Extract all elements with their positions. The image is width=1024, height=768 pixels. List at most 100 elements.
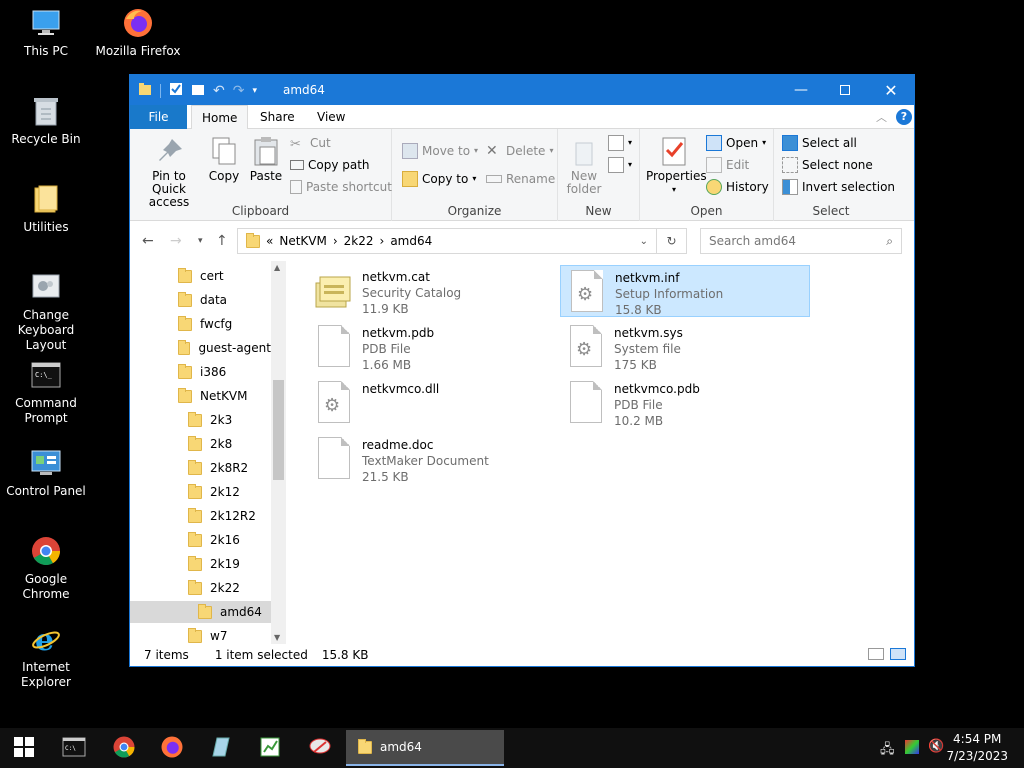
nav-item[interactable]: NetKVM [130, 385, 271, 407]
nav-item[interactable]: 2k8R2 [130, 457, 271, 479]
file-name: netkvm.pdb [362, 326, 435, 340]
file-item[interactable]: readme.doc TextMaker Document 21.5 KB [308, 433, 558, 485]
clock[interactable]: 4:54 PM 7/23/2023 [946, 731, 1008, 765]
breadcrumb-netkvm[interactable]: NetKVM [279, 234, 327, 248]
nav-item[interactable]: 2k8 [130, 433, 271, 455]
select-none-button[interactable]: Select none [782, 155, 873, 175]
command-prompt-shortcut[interactable]: C:\_ Command Prompt [0, 358, 92, 426]
breadcrumb-amd64[interactable]: amd64 [390, 234, 432, 248]
file-item[interactable]: netkvmco.pdb PDB File 10.2 MB [560, 377, 810, 429]
paste-shortcut-button[interactable]: Paste shortcut [290, 177, 392, 197]
delete-button[interactable]: ✕ Delete ▾ [486, 141, 553, 161]
copy-path-button[interactable]: Copy path [290, 155, 370, 175]
customize-qat-icon[interactable]: ▾ [252, 86, 257, 96]
file-item[interactable]: ⚙ netkvm.sys System file 175 KB [560, 321, 810, 373]
paste-shortcut-label: Paste shortcut [306, 180, 392, 194]
title-bar[interactable]: ↶ ↷ ▾ amd64 — ✕ [130, 75, 914, 105]
copy-to-button[interactable]: Copy to ▾ [402, 169, 476, 189]
redo-icon[interactable]: ↷ [233, 83, 245, 99]
file-item[interactable]: netkvm.cat Security Catalog 11.9 KB [308, 265, 558, 317]
file-item[interactable]: ⚙ netkvmco.dll [308, 377, 558, 429]
breadcrumb-overflow[interactable]: « [266, 234, 273, 248]
close-button[interactable]: ✕ [868, 75, 914, 105]
history-button[interactable]: History [706, 177, 769, 197]
collapse-ribbon-icon[interactable]: ︿ [876, 109, 887, 125]
refresh-button[interactable]: ↻ [657, 228, 687, 254]
nav-item[interactable]: cert [130, 265, 271, 287]
nav-item[interactable]: 2k19 [130, 553, 271, 575]
maximize-button[interactable] [822, 75, 868, 105]
open-button[interactable]: Open ▾ [706, 133, 766, 153]
utilities-shortcut[interactable]: Utilities [0, 182, 92, 235]
properties-qat-icon[interactable] [169, 82, 183, 99]
nav-scrollbar-thumb[interactable] [273, 380, 284, 480]
keyboard-layout-shortcut[interactable]: Change Keyboard Layout [0, 270, 92, 353]
move-to-button[interactable]: Move to ▾ [402, 141, 478, 161]
edit-button[interactable]: Edit [706, 155, 749, 175]
rename-button[interactable]: Rename [486, 169, 555, 189]
file-item[interactable]: netkvm.pdb PDB File 1.66 MB [308, 321, 558, 373]
easy-access-button[interactable]: ▾ [608, 155, 632, 175]
chrome-shortcut[interactable]: Google Chrome [0, 534, 92, 602]
recent-locations-icon[interactable]: ▾ [198, 236, 203, 246]
large-icons-view-icon[interactable] [890, 648, 906, 660]
invert-selection-button[interactable]: Invert selection [782, 177, 895, 197]
nav-item[interactable]: i386 [130, 361, 271, 383]
pin-to-quick-access-button[interactable]: Pin to Quick access [136, 135, 204, 209]
address-dropdown-icon[interactable]: ⌄ [640, 236, 648, 247]
internet-explorer-shortcut[interactable]: e Internet Explorer [0, 622, 92, 690]
taskbar-app-presentations[interactable] [296, 728, 344, 768]
tab-view[interactable]: View [307, 105, 355, 129]
control-panel-shortcut[interactable]: Control Panel [0, 446, 92, 499]
nav-item[interactable]: w7 [130, 625, 271, 644]
start-button[interactable] [0, 728, 48, 768]
nav-item[interactable]: 2k12R2 [130, 505, 271, 527]
nav-item[interactable]: 2k12 [130, 481, 271, 503]
nav-item[interactable]: fwcfg [130, 313, 271, 335]
tab-file[interactable]: File [130, 105, 187, 129]
nav-item[interactable]: 2k22 [130, 577, 271, 599]
tab-home[interactable]: Home [191, 105, 249, 130]
back-arrow-icon[interactable]: ← [142, 233, 154, 249]
breadcrumb-2k22[interactable]: 2k22 [344, 234, 374, 248]
search-box[interactable]: Search amd64 ⌕ [700, 228, 902, 254]
new-folder-qat-icon[interactable] [191, 82, 205, 99]
help-icon[interactable]: ? [896, 109, 912, 125]
scroll-down-icon[interactable]: ▼ [274, 633, 280, 642]
file-name: netkvm.cat [362, 270, 430, 284]
display-color-icon[interactable] [905, 740, 919, 754]
details-view-icon[interactable] [868, 648, 884, 660]
taskbar-app-spreadsheet[interactable] [246, 728, 294, 768]
nav-item[interactable]: 2k3 [130, 409, 271, 431]
tab-share[interactable]: Share [250, 105, 305, 129]
taskbar-chrome[interactable] [100, 728, 148, 768]
minimize-button[interactable]: — [778, 75, 824, 105]
taskbar-explorer-amd64[interactable]: amd64 [346, 730, 504, 766]
properties-button[interactable]: Properties ▾ [646, 135, 707, 196]
address-bar[interactable]: « NetKVM › 2k22 › amd64 ⌄ [237, 228, 657, 254]
new-item-button[interactable]: ▾ [608, 133, 632, 153]
volume-muted-icon[interactable]: 🔇 [928, 739, 944, 754]
nav-item[interactable]: amd64 [130, 601, 271, 623]
nav-item[interactable]: 2k16 [130, 529, 271, 551]
new-folder-button[interactable]: New folder [564, 135, 604, 196]
file-item[interactable]: ⚙ netkvm.inf Setup Information 15.8 KB [560, 265, 810, 317]
taskbar-app-notes[interactable] [196, 728, 244, 768]
select-none-label: Select none [802, 158, 873, 172]
taskbar-command-prompt[interactable]: C:\ [50, 728, 98, 768]
up-arrow-icon[interactable]: ↑ [216, 233, 228, 249]
nav-item[interactable]: data [130, 289, 271, 311]
undo-icon[interactable]: ↶ [213, 83, 225, 99]
forward-arrow-icon[interactable]: → [170, 233, 182, 249]
nav-item[interactable]: guest-agent [130, 337, 271, 359]
firefox-shortcut[interactable]: Mozilla Firefox [92, 6, 184, 59]
network-icon[interactable]: 🖧 [880, 740, 895, 762]
copy-button[interactable]: Copy [206, 135, 242, 183]
select-all-button[interactable]: Select all [782, 133, 857, 153]
cut-button[interactable]: ✂ Cut [290, 133, 331, 153]
scroll-up-icon[interactable]: ▲ [274, 263, 280, 272]
this-pc-shortcut[interactable]: This PC [0, 6, 92, 59]
taskbar-firefox[interactable] [148, 728, 196, 768]
paste-button[interactable]: Paste [248, 135, 284, 183]
recycle-bin-shortcut[interactable]: Recycle Bin [0, 94, 92, 147]
